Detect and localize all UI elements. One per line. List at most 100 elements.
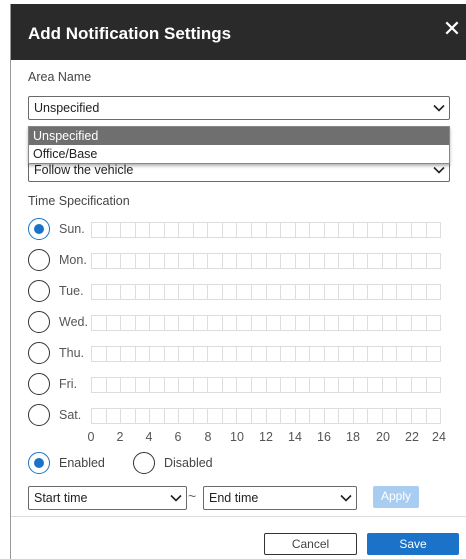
hour-cell[interactable]: [91, 315, 107, 331]
hour-cell[interactable]: [237, 253, 253, 269]
hour-cell[interactable]: [339, 346, 354, 362]
hour-cell[interactable]: [164, 346, 180, 362]
hour-cell[interactable]: [237, 222, 253, 238]
hour-cell[interactable]: [252, 408, 267, 424]
hour-cell[interactable]: [222, 377, 238, 393]
hour-cell[interactable]: [324, 253, 340, 269]
hour-cell[interactable]: [222, 222, 238, 238]
apply-button[interactable]: Apply: [373, 486, 419, 508]
hour-cell[interactable]: [91, 284, 107, 300]
hour-cell[interactable]: [310, 253, 325, 269]
hour-cell[interactable]: [106, 346, 122, 362]
hour-cell[interactable]: [281, 222, 296, 238]
hour-cell[interactable]: [412, 222, 427, 238]
hour-cell[interactable]: [150, 284, 165, 300]
hour-cell[interactable]: [324, 284, 340, 300]
hour-cell[interactable]: [412, 253, 427, 269]
hour-cell[interactable]: [106, 222, 122, 238]
hour-cell[interactable]: [426, 346, 442, 362]
hour-cell[interactable]: [397, 377, 413, 393]
hour-grid-mon[interactable]: [91, 253, 442, 269]
hour-grid-fri[interactable]: [91, 377, 442, 393]
hour-cell[interactable]: [353, 222, 369, 238]
hour-cell[interactable]: [368, 346, 383, 362]
hour-cell[interactable]: [382, 222, 398, 238]
hour-cell[interactable]: [237, 408, 253, 424]
hour-cell[interactable]: [281, 284, 296, 300]
hour-cell[interactable]: [222, 315, 238, 331]
hour-cell[interactable]: [150, 408, 165, 424]
hour-cell[interactable]: [237, 284, 253, 300]
hour-cell[interactable]: [91, 222, 107, 238]
hour-cell[interactable]: [179, 222, 194, 238]
hour-cell[interactable]: [150, 346, 165, 362]
hour-cell[interactable]: [353, 408, 369, 424]
hour-cell[interactable]: [295, 346, 311, 362]
hour-cell[interactable]: [91, 346, 107, 362]
hour-cell[interactable]: [310, 284, 325, 300]
hour-cell[interactable]: [179, 315, 194, 331]
hour-cell[interactable]: [121, 408, 136, 424]
hour-cell[interactable]: [295, 315, 311, 331]
hour-cell[interactable]: [295, 408, 311, 424]
hour-cell[interactable]: [382, 284, 398, 300]
hour-cell[interactable]: [135, 377, 151, 393]
hour-cell[interactable]: [150, 253, 165, 269]
hour-cell[interactable]: [324, 377, 340, 393]
hour-cell[interactable]: [252, 377, 267, 393]
hour-cell[interactable]: [266, 408, 282, 424]
hour-cell[interactable]: [91, 408, 107, 424]
hour-cell[interactable]: [91, 253, 107, 269]
hour-cell[interactable]: [164, 284, 180, 300]
hour-cell[interactable]: [121, 377, 136, 393]
hour-cell[interactable]: [426, 377, 442, 393]
hour-cell[interactable]: [193, 253, 209, 269]
hour-cell[interactable]: [106, 253, 122, 269]
hour-cell[interactable]: [412, 315, 427, 331]
hour-cell[interactable]: [179, 253, 194, 269]
save-button[interactable]: Save: [367, 533, 459, 555]
hour-cell[interactable]: [397, 284, 413, 300]
day-radio-sun[interactable]: [28, 218, 50, 240]
hour-grid-sun[interactable]: [91, 222, 442, 238]
hour-cell[interactable]: [339, 253, 354, 269]
hour-cell[interactable]: [208, 346, 223, 362]
hour-cell[interactable]: [266, 346, 282, 362]
hour-cell[interactable]: [295, 284, 311, 300]
hour-cell[interactable]: [164, 315, 180, 331]
hour-cell[interactable]: [106, 377, 122, 393]
hour-cell[interactable]: [106, 315, 122, 331]
enabled-radio[interactable]: [28, 452, 50, 474]
hour-cell[interactable]: [193, 315, 209, 331]
hour-cell[interactable]: [135, 408, 151, 424]
hour-cell[interactable]: [281, 346, 296, 362]
hour-cell[interactable]: [179, 284, 194, 300]
hour-cell[interactable]: [426, 408, 442, 424]
hour-cell[interactable]: [193, 377, 209, 393]
hour-cell[interactable]: [121, 315, 136, 331]
hour-cell[interactable]: [135, 222, 151, 238]
hour-cell[interactable]: [426, 253, 442, 269]
hour-cell[interactable]: [222, 346, 238, 362]
hour-grid-thu[interactable]: [91, 346, 442, 362]
hour-cell[interactable]: [295, 377, 311, 393]
hour-cell[interactable]: [368, 284, 383, 300]
hour-cell[interactable]: [295, 253, 311, 269]
hour-cell[interactable]: [222, 408, 238, 424]
hour-cell[interactable]: [252, 253, 267, 269]
day-radio-tue[interactable]: [28, 280, 50, 302]
hour-cell[interactable]: [164, 377, 180, 393]
hour-cell[interactable]: [368, 377, 383, 393]
end-time-select[interactable]: End time: [203, 486, 357, 510]
hour-cell[interactable]: [121, 346, 136, 362]
hour-cell[interactable]: [164, 408, 180, 424]
hour-cell[interactable]: [426, 315, 442, 331]
hour-cell[interactable]: [426, 222, 442, 238]
day-radio-sat[interactable]: [28, 404, 50, 426]
hour-cell[interactable]: [397, 408, 413, 424]
hour-cell[interactable]: [106, 284, 122, 300]
dropdown-option-office-base[interactable]: Office/Base: [29, 145, 449, 163]
hour-cell[interactable]: [353, 377, 369, 393]
hour-cell[interactable]: [208, 377, 223, 393]
hour-cell[interactable]: [237, 377, 253, 393]
